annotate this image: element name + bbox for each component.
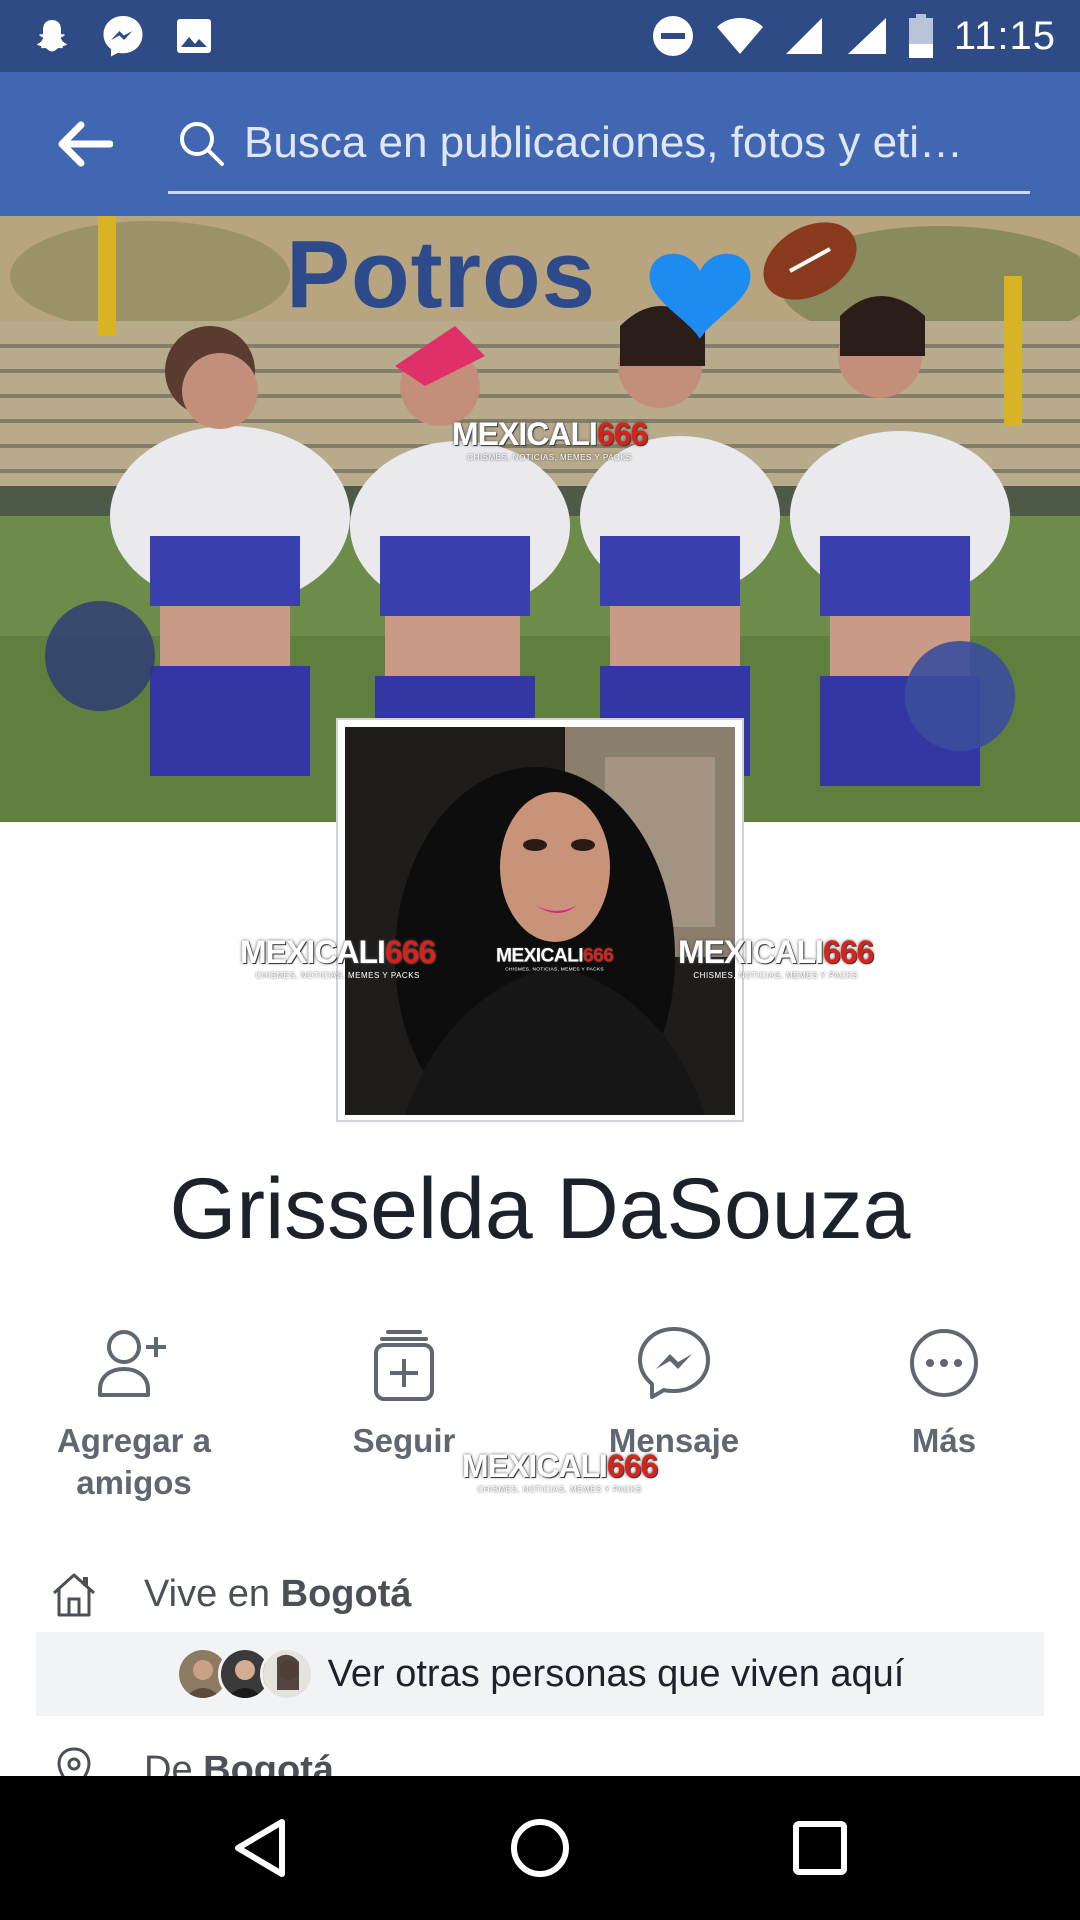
battery-icon xyxy=(908,14,934,58)
lives-in-city[interactable]: Bogotá xyxy=(281,1573,412,1615)
do-not-disturb-icon xyxy=(650,13,696,59)
add-friend-icon xyxy=(89,1318,179,1408)
circle-home-icon xyxy=(511,1819,569,1877)
back-arrow-icon xyxy=(58,121,113,167)
screen: 11:15 Busca en publicaciones, fotos y et… xyxy=(0,0,1080,1920)
more-button[interactable]: Más xyxy=(814,1318,1074,1462)
lives-in-text: Vive en Bogotá xyxy=(144,1572,412,1615)
nav-back-button[interactable] xyxy=(205,1793,315,1903)
follow-button[interactable]: Seguir xyxy=(274,1318,534,1462)
profile-watermark-left: MEXICALI666 CHISMES, NOTICIAS, MEMES Y P… xyxy=(240,934,436,980)
profile-photo xyxy=(345,727,735,1115)
messenger-icon xyxy=(100,13,146,59)
status-time: 11:15 xyxy=(953,13,1056,58)
more-icon xyxy=(899,1318,989,1408)
search-app-bar xyxy=(0,72,1080,216)
square-recents-icon xyxy=(793,1821,847,1875)
search-icon xyxy=(176,118,226,168)
home-icon xyxy=(44,1564,104,1624)
signal-icon xyxy=(844,16,888,56)
avatar xyxy=(259,1647,314,1701)
cover-title: Potros xyxy=(286,221,597,328)
signal-icon xyxy=(784,16,824,56)
nav-recents-button[interactable] xyxy=(765,1793,875,1903)
nav-home-button[interactable] xyxy=(485,1793,595,1903)
snapchat-icon xyxy=(32,16,72,56)
message-button[interactable]: Mensaje xyxy=(544,1318,804,1462)
gallery-icon xyxy=(174,16,214,56)
see-others-label: Ver otras personas que viven aquí xyxy=(327,1652,905,1695)
actions-watermark: MEXICALI666 CHISMES, NOTICIAS, MEMES Y P… xyxy=(462,1448,658,1494)
search-input[interactable] xyxy=(244,102,1030,183)
follow-icon xyxy=(359,1318,449,1408)
status-bar: 11:15 xyxy=(0,0,1080,72)
lives-in-row[interactable]: Vive en Bogotá xyxy=(0,1564,1080,1624)
profile-name: Grisselda DaSouza xyxy=(169,1161,911,1257)
cover-watermark: MEXICALI666 CHISMES, NOTICIAS, MEMES Y P… xyxy=(452,416,648,462)
add-friend-label: Agregar a amigos xyxy=(56,1422,212,1501)
search-box[interactable] xyxy=(168,94,1030,194)
profile-watermark-right: MEXICALI666 CHISMES, NOTICIAS, MEMES Y P… xyxy=(678,934,874,980)
triangle-back-icon xyxy=(235,1819,285,1877)
see-others-button[interactable]: Ver otras personas que viven aquí xyxy=(36,1632,1044,1716)
resident-avatars xyxy=(175,1647,314,1701)
profile-watermark-center: MEXICALI666 CHISMES, NOTICIAS, MEMES Y P… xyxy=(496,944,614,972)
messenger-icon xyxy=(629,1318,719,1408)
follow-label: Seguir xyxy=(352,1422,456,1459)
add-friend-button[interactable]: Agregar a amigos xyxy=(4,1318,264,1504)
back-button[interactable] xyxy=(40,99,130,189)
profile-picture[interactable] xyxy=(336,718,744,1122)
wifi-icon xyxy=(716,16,764,56)
system-nav-bar xyxy=(0,1776,1080,1920)
more-label: Más xyxy=(911,1422,977,1459)
